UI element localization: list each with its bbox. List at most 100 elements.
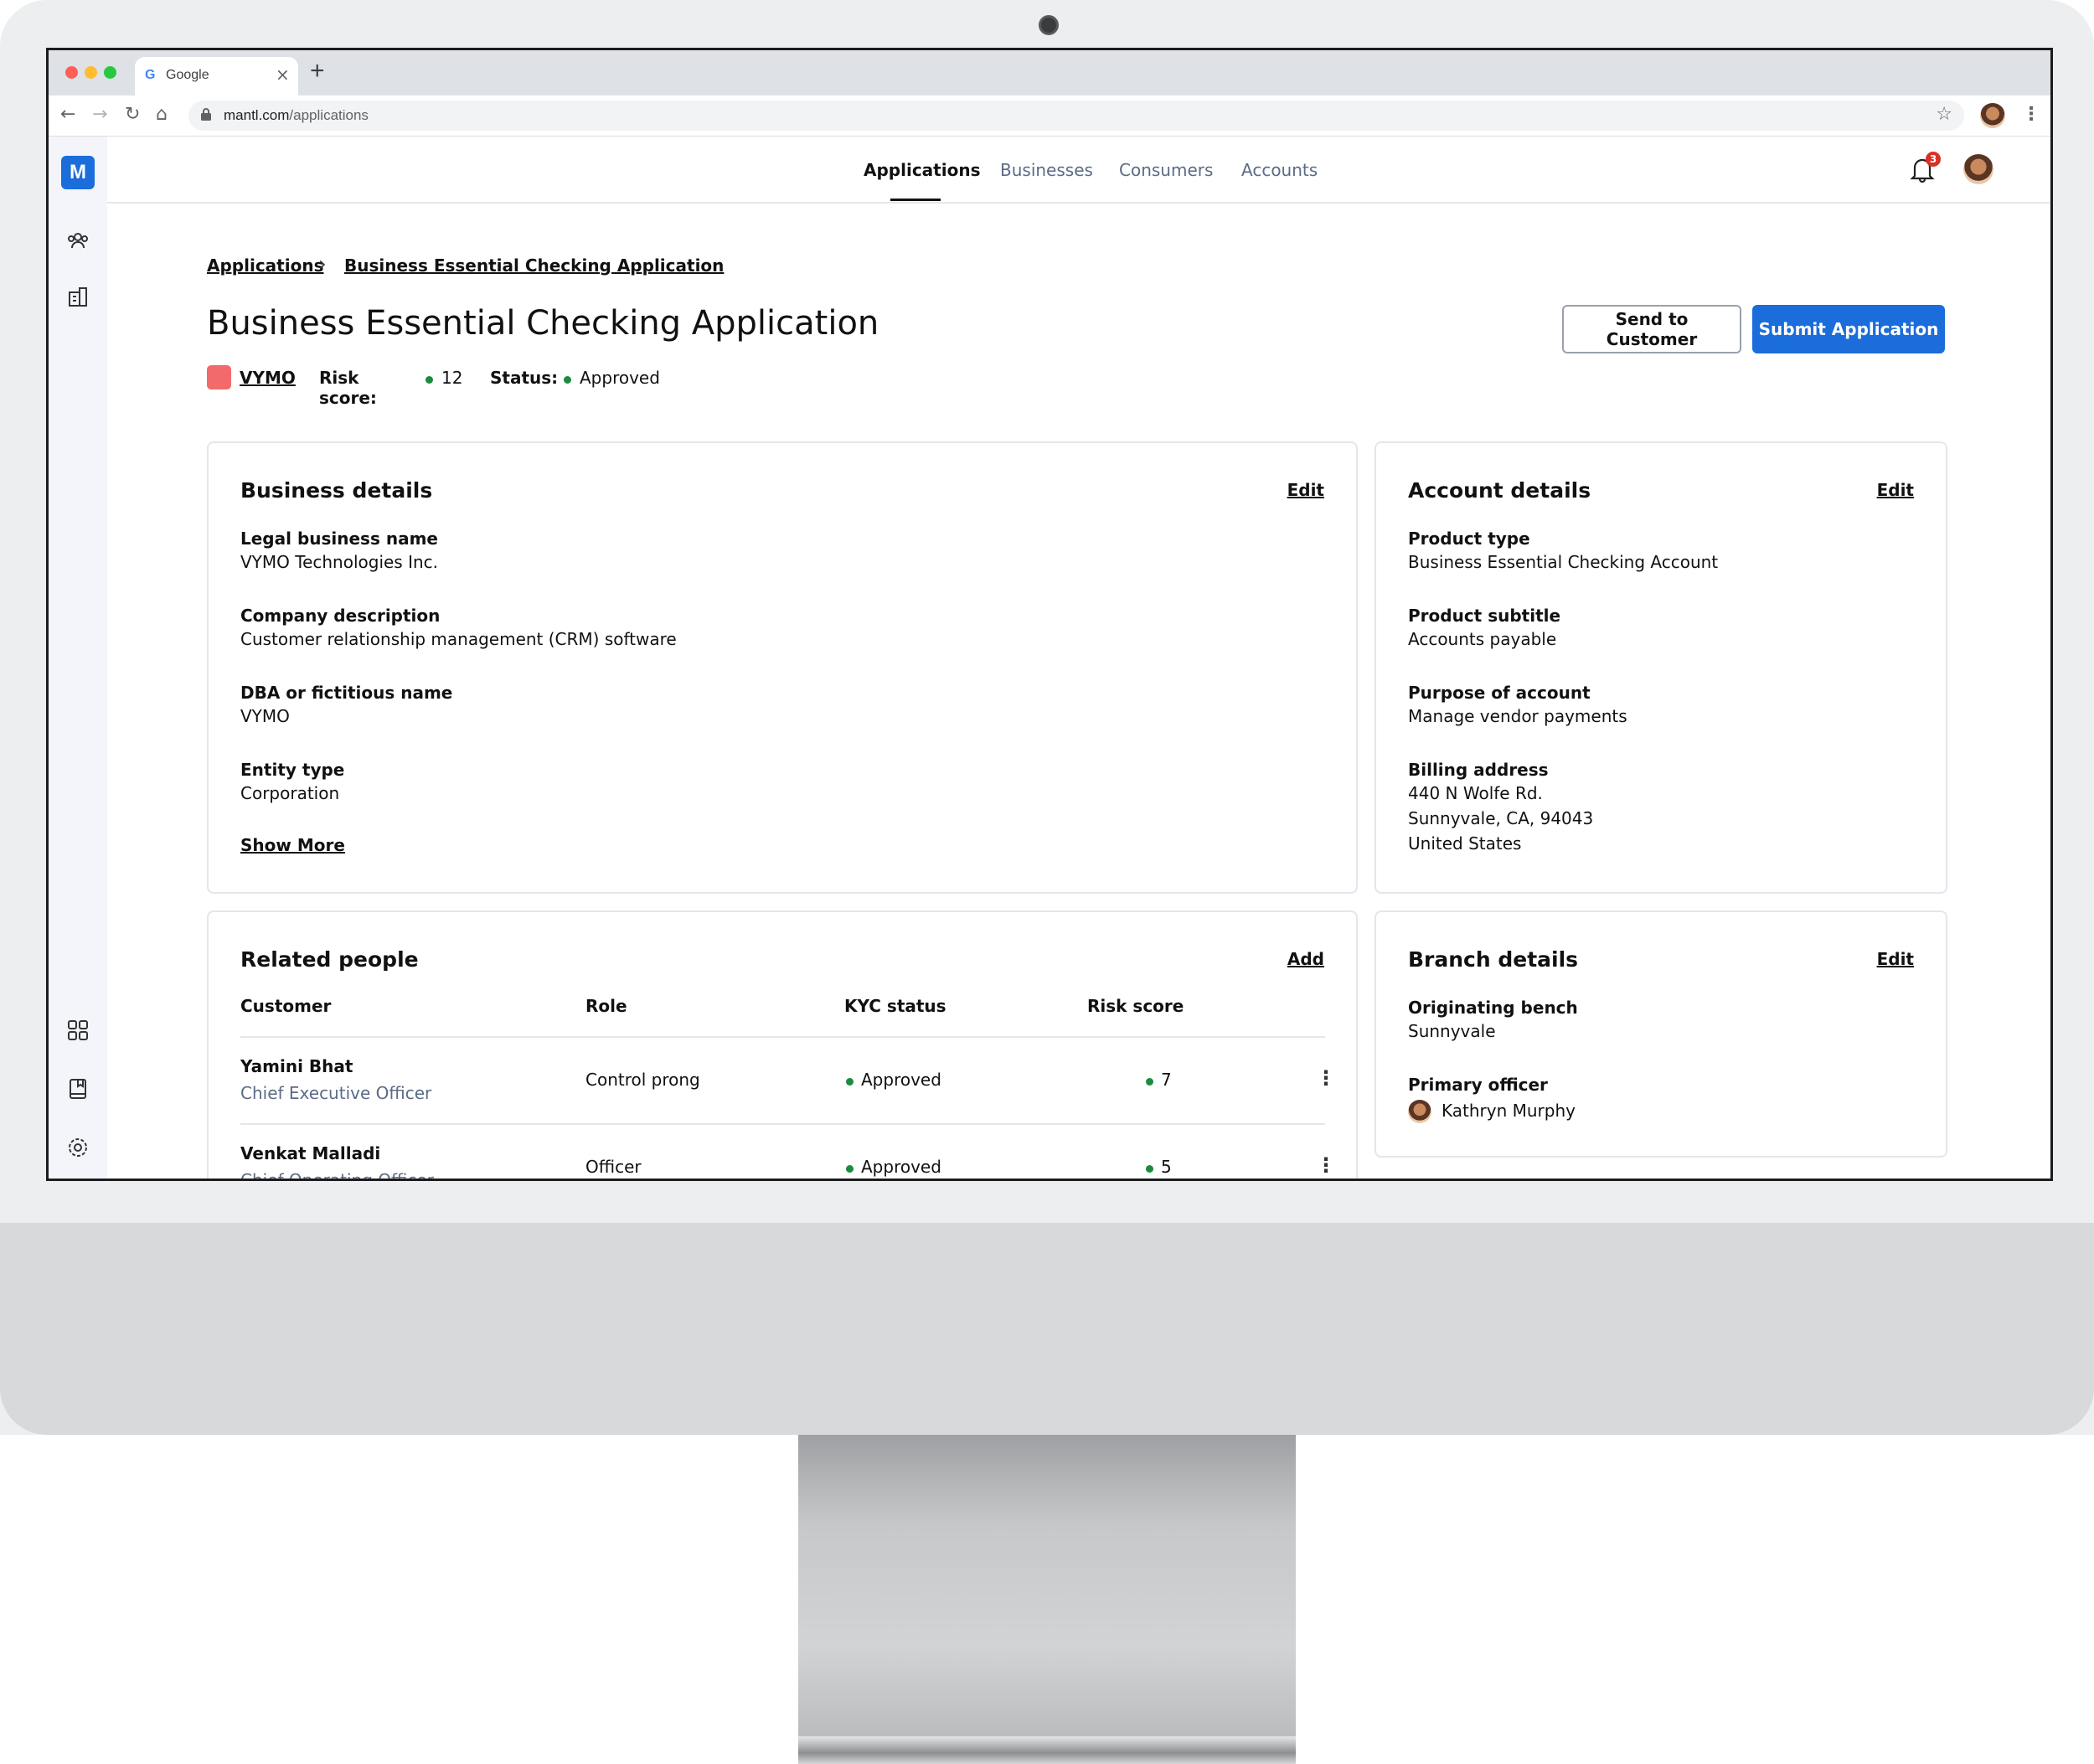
billing-line: Sunnyvale, CA, 94043 (1408, 808, 1594, 828)
browser-tab[interactable]: G Google × (135, 57, 298, 95)
page-title: Business Essential Checking Application (207, 304, 879, 343)
user-avatar[interactable] (1963, 154, 1993, 184)
field-label: DBA or fictitious name (240, 683, 453, 703)
edit-branch-details-link[interactable]: Edit (1877, 949, 1914, 969)
monitor-stand-base (798, 1736, 1296, 1764)
field-label: Originating bench (1408, 998, 1578, 1018)
browser-profile-avatar[interactable] (1980, 103, 2005, 128)
settings-gear-icon[interactable] (66, 1136, 90, 1159)
person-name: Venkat Malladi (240, 1143, 381, 1163)
home-icon[interactable]: ⌂ (156, 104, 168, 125)
kyc-status: Approved (861, 1157, 941, 1177)
minimize-window-icon[interactable] (85, 66, 97, 79)
status-label: Status: (490, 368, 559, 388)
field-value: Corporation (240, 783, 340, 803)
business-name-link[interactable]: VYMO (240, 368, 296, 388)
address-bar[interactable]: mantl.com/applications ☆ (188, 101, 1964, 131)
book-icon[interactable] (66, 1077, 90, 1101)
edit-account-details-link[interactable]: Edit (1877, 480, 1914, 500)
column-header-customer: Customer (240, 996, 332, 1016)
submit-application-button[interactable]: Submit Application (1752, 305, 1945, 353)
forward-icon[interactable]: → (92, 104, 107, 125)
status-dot-icon (564, 376, 571, 384)
lock-icon (201, 108, 211, 121)
kyc-status: Approved (861, 1070, 941, 1090)
person-role: Officer (585, 1157, 642, 1177)
field-label: Product type (1408, 529, 1530, 549)
row-more-icon[interactable]: ⋮ (1316, 1066, 1336, 1090)
app-viewport: M Applications Businesses Consumers Acco… (49, 137, 2050, 1179)
card-title: Related people (240, 947, 419, 972)
back-icon[interactable]: ← (60, 104, 75, 125)
building-icon[interactable] (66, 286, 90, 309)
account-details-card: Account details Edit Product type Busine… (1375, 441, 1947, 894)
url-text: mantl.com/applications (224, 107, 369, 123)
column-header-risk-score: Risk score (1087, 996, 1184, 1016)
field-value: Accounts payable (1408, 629, 1557, 649)
monitor-frame: G Google × + ← → ↻ ⌂ mantl.com/applicati… (0, 0, 2094, 1435)
status-dot-icon (426, 376, 433, 384)
column-header-role: Role (585, 996, 627, 1016)
billing-line: United States (1408, 833, 1522, 854)
browser-tab-strip: G Google × + (49, 50, 2050, 95)
screen: G Google × + ← → ↻ ⌂ mantl.com/applicati… (46, 48, 2053, 1181)
field-value: VYMO (240, 706, 290, 726)
close-window-icon[interactable] (65, 66, 78, 79)
row-more-icon[interactable]: ⋮ (1316, 1153, 1336, 1177)
table-divider (240, 1123, 1325, 1125)
field-label: Company description (240, 606, 441, 626)
nav-businesses[interactable]: Businesses (1000, 160, 1093, 180)
camera-icon (1039, 15, 1059, 35)
users-group-icon[interactable] (66, 229, 90, 252)
close-tab-icon[interactable]: × (276, 64, 290, 85)
breadcrumb-applications[interactable]: Applications (207, 255, 323, 276)
chevron-right-icon: › (318, 252, 327, 276)
mantl-logo[interactable]: M (61, 156, 95, 189)
new-tab-icon[interactable]: + (310, 57, 325, 85)
business-details-card: Business details Edit Legal business nam… (207, 441, 1358, 894)
card-title: Account details (1408, 478, 1591, 503)
show-more-link[interactable]: Show More (240, 835, 345, 855)
field-value: Manage vendor payments (1408, 706, 1627, 726)
status-dot-icon (1146, 1165, 1153, 1173)
field-value: Kathryn Murphy (1442, 1101, 1576, 1121)
nav-accounts[interactable]: Accounts (1241, 160, 1318, 180)
status-dot-icon (846, 1078, 854, 1086)
table-divider (240, 1036, 1325, 1038)
status-dot-icon (846, 1165, 854, 1173)
field-value: Customer relationship management (CRM) s… (240, 629, 677, 649)
reload-icon[interactable]: ↻ (125, 104, 140, 125)
monitor-chin (0, 1223, 2094, 1435)
browser-menu-icon[interactable]: ⋮ (2022, 104, 2040, 125)
field-label: Product subtitle (1408, 606, 1561, 626)
person-title: Chief Operating Officer (240, 1170, 434, 1181)
send-to-customer-button[interactable]: Send to Customer (1562, 305, 1741, 353)
browser-toolbar: ← → ↻ ⌂ mantl.com/applications ☆ ⋮ (49, 95, 2050, 137)
apps-grid-icon[interactable] (66, 1019, 90, 1042)
field-label: Legal business name (240, 529, 438, 549)
status-value: Approved (580, 368, 660, 388)
field-value: Sunnyvale (1408, 1021, 1496, 1041)
nav-applications[interactable]: Applications (864, 160, 980, 180)
field-label: Purpose of account (1408, 683, 1591, 703)
officer-avatar (1408, 1100, 1431, 1123)
person-role: Control prong (585, 1070, 700, 1090)
column-header-kyc-status: KYC status (844, 996, 946, 1016)
bookmark-star-icon[interactable]: ☆ (1936, 104, 1952, 125)
related-people-card: Related people Add Customer Role KYC sta… (207, 910, 1358, 1181)
billing-line: 440 N Wolfe Rd. (1408, 783, 1543, 803)
card-title: Business details (240, 478, 433, 503)
add-person-link[interactable]: Add (1287, 949, 1324, 969)
card-title: Branch details (1408, 947, 1579, 972)
edit-business-details-link[interactable]: Edit (1287, 480, 1324, 500)
field-value: VYMO Technologies Inc. (240, 552, 439, 572)
breadcrumb-current[interactable]: Business Essential Checking Application (344, 255, 724, 276)
monitor-stand (798, 1435, 1296, 1736)
sidebar: M (49, 137, 107, 1179)
tab-title: Google (166, 68, 209, 82)
field-label: Billing address (1408, 760, 1549, 780)
nav-consumers[interactable]: Consumers (1119, 160, 1213, 180)
maximize-window-icon[interactable] (104, 66, 116, 79)
status-dot-icon (1146, 1078, 1153, 1086)
branch-details-card: Branch details Edit Originating bench Su… (1375, 910, 1947, 1158)
